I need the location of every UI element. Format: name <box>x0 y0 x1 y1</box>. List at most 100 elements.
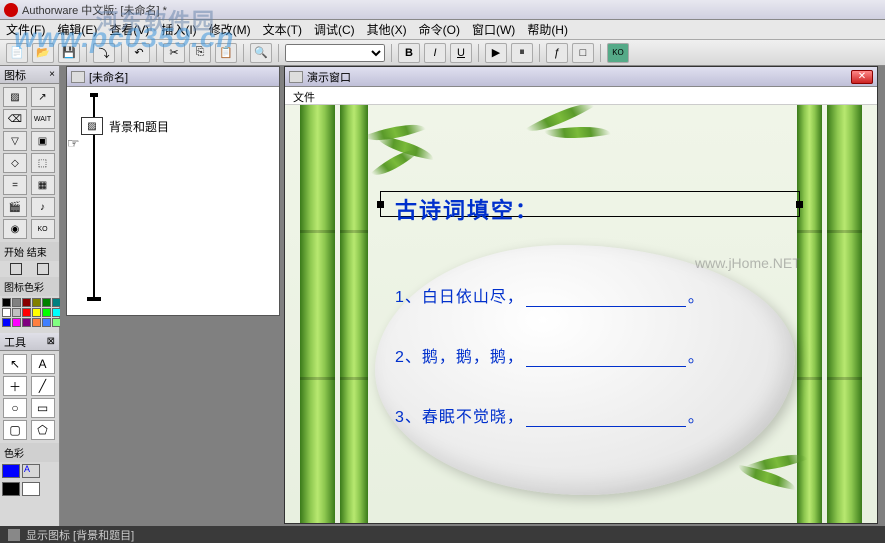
left-panel: 图标 × ▨ ↗ ⌫ WAIT ▽ ▣ ◇ ⬚ = ▦ 🎬 ♪ ◉ KO 开始 … <box>0 66 60 526</box>
color-swatch[interactable] <box>2 318 11 327</box>
italic-button[interactable]: I <box>424 43 446 63</box>
resize-handle[interactable] <box>377 201 384 208</box>
menu-file[interactable]: 文件(F) <box>6 21 45 38</box>
undo-button[interactable]: ↶ <box>128 43 150 63</box>
font-select[interactable] <box>285 44 385 62</box>
erase-icon[interactable]: ⌫ <box>3 109 27 129</box>
fg-color[interactable] <box>2 482 20 496</box>
ko-icon[interactable]: KO <box>31 219 55 239</box>
blank-input[interactable] <box>526 291 686 307</box>
flowline-title[interactable]: [未命名] <box>67 67 279 87</box>
color-swatch[interactable] <box>12 318 21 327</box>
file-menu[interactable]: 文件 <box>293 92 315 104</box>
start-flag[interactable] <box>10 263 22 275</box>
pause-button[interactable]: ⏸ <box>511 43 533 63</box>
icon-color-label: 图标色彩 <box>0 277 59 296</box>
pen-color[interactable] <box>2 464 20 478</box>
bold-button[interactable]: B <box>398 43 420 63</box>
underline-button[interactable]: U <box>450 43 472 63</box>
cut-button[interactable]: ✂ <box>163 43 185 63</box>
presentation-window[interactable]: 演示窗口 ✕ 文件 www.jHome.NET <box>284 66 878 524</box>
poem-line-3[interactable]: 3、春眠不觉晓，。 <box>395 403 705 427</box>
pointer-tool[interactable]: ↖ <box>3 354 27 374</box>
var-button[interactable]: □ <box>572 43 594 63</box>
calc-icon[interactable]: = <box>3 175 27 195</box>
color-swatch[interactable] <box>42 298 51 307</box>
presentation-title[interactable]: 演示窗口 ✕ <box>285 67 877 87</box>
presentation-canvas[interactable]: www.jHome.NET 古诗词填空： 1、 <box>285 105 877 523</box>
bg-color[interactable] <box>22 482 40 496</box>
interaction-icon[interactable]: ⬚ <box>31 153 55 173</box>
presentation-menu: 文件 <box>285 87 877 105</box>
display-icon[interactable]: ▨ <box>3 87 27 107</box>
end-flag[interactable] <box>37 263 49 275</box>
sound-icon[interactable]: ♪ <box>31 197 55 217</box>
map-icon[interactable]: ▦ <box>31 175 55 195</box>
blank-input[interactable] <box>526 351 686 367</box>
ko-button[interactable]: KO <box>607 43 629 63</box>
color-swatch[interactable] <box>42 308 51 317</box>
poly-tool[interactable]: ⬠ <box>31 420 55 440</box>
menu-text[interactable]: 文本(T) <box>263 21 302 38</box>
app-icon <box>4 3 18 17</box>
menu-insert[interactable]: 插入(I) <box>161 21 196 38</box>
save-button[interactable]: 💾 <box>58 43 80 63</box>
menu-other[interactable]: 其他(X) <box>367 21 407 38</box>
poem-title[interactable]: 古诗词填空： <box>395 193 539 225</box>
poem-line-1[interactable]: 1、白日依山尽，。 <box>395 283 705 307</box>
menu-view[interactable]: 查看(V) <box>109 21 149 38</box>
rect-tool[interactable]: ▭ <box>31 398 55 418</box>
menu-help[interactable]: 帮助(H) <box>527 21 568 38</box>
menu-modify[interactable]: 修改(M) <box>209 21 251 38</box>
color-swatch[interactable] <box>22 298 31 307</box>
copy-button[interactable]: ⎘ <box>189 43 211 63</box>
decision-icon[interactable]: ◇ <box>3 153 27 173</box>
nav-icon[interactable]: ▽ <box>3 131 27 151</box>
new-button[interactable]: 📄 <box>6 43 28 63</box>
diag-tool[interactable]: ╱ <box>31 376 55 396</box>
blank-input[interactable] <box>526 411 686 427</box>
close-icon[interactable]: ⊠ <box>47 336 55 347</box>
open-button[interactable]: 📂 <box>32 43 54 63</box>
color-swatch[interactable] <box>32 308 41 317</box>
color-swatch[interactable] <box>42 318 51 327</box>
color-swatch[interactable] <box>32 298 41 307</box>
color-swatch[interactable] <box>22 318 31 327</box>
roundrect-tool[interactable]: ▢ <box>3 420 27 440</box>
line-tool[interactable]: ＋ <box>3 376 27 396</box>
text-tool[interactable]: A <box>31 354 55 374</box>
color-swatch[interactable] <box>22 308 31 317</box>
fill-color[interactable]: A <box>22 464 40 478</box>
flow-item-display[interactable]: ▨ 背景和题目 <box>81 117 169 135</box>
framework-icon[interactable]: ▣ <box>31 131 55 151</box>
func-button[interactable]: ƒ <box>546 43 568 63</box>
resize-handle[interactable] <box>796 201 803 208</box>
wait-icon[interactable]: WAIT <box>31 109 55 129</box>
display-icon: ▨ <box>81 117 103 135</box>
find-button[interactable]: 🔍 <box>250 43 272 63</box>
color-swatch[interactable] <box>12 308 21 317</box>
motion-icon[interactable]: ↗ <box>31 87 55 107</box>
flowline-window[interactable]: [未命名] ☞ ▨ 背景和题目 <box>66 66 280 316</box>
menu-command[interactable]: 命令(O) <box>419 21 460 38</box>
color-swatch[interactable] <box>12 298 21 307</box>
movie-icon[interactable]: 🎬 <box>3 197 27 217</box>
color-swatch[interactable] <box>2 308 11 317</box>
menu-window[interactable]: 窗口(W) <box>472 21 515 38</box>
icon-color-palette[interactable] <box>0 296 59 329</box>
color-label: 色彩 <box>0 443 59 462</box>
color-swatch[interactable] <box>32 318 41 327</box>
close-button[interactable]: ✕ <box>851 70 873 84</box>
close-icon[interactable]: × <box>49 69 55 80</box>
oval-tool[interactable]: ○ <box>3 398 27 418</box>
color-swatch[interactable] <box>2 298 11 307</box>
window-icon <box>71 71 85 83</box>
menu-edit[interactable]: 编辑(E) <box>57 21 97 38</box>
menu-debug[interactable]: 调试(C) <box>314 21 355 38</box>
bamboo-decoration <box>340 105 368 523</box>
dvd-icon[interactable]: ◉ <box>3 219 27 239</box>
paste-button[interactable]: 📋 <box>215 43 237 63</box>
poem-line-2[interactable]: 2、鹅，鹅，鹅，。 <box>395 343 705 367</box>
run-button[interactable]: ▶ <box>485 43 507 63</box>
import-button[interactable]: ⤵ <box>93 43 115 63</box>
